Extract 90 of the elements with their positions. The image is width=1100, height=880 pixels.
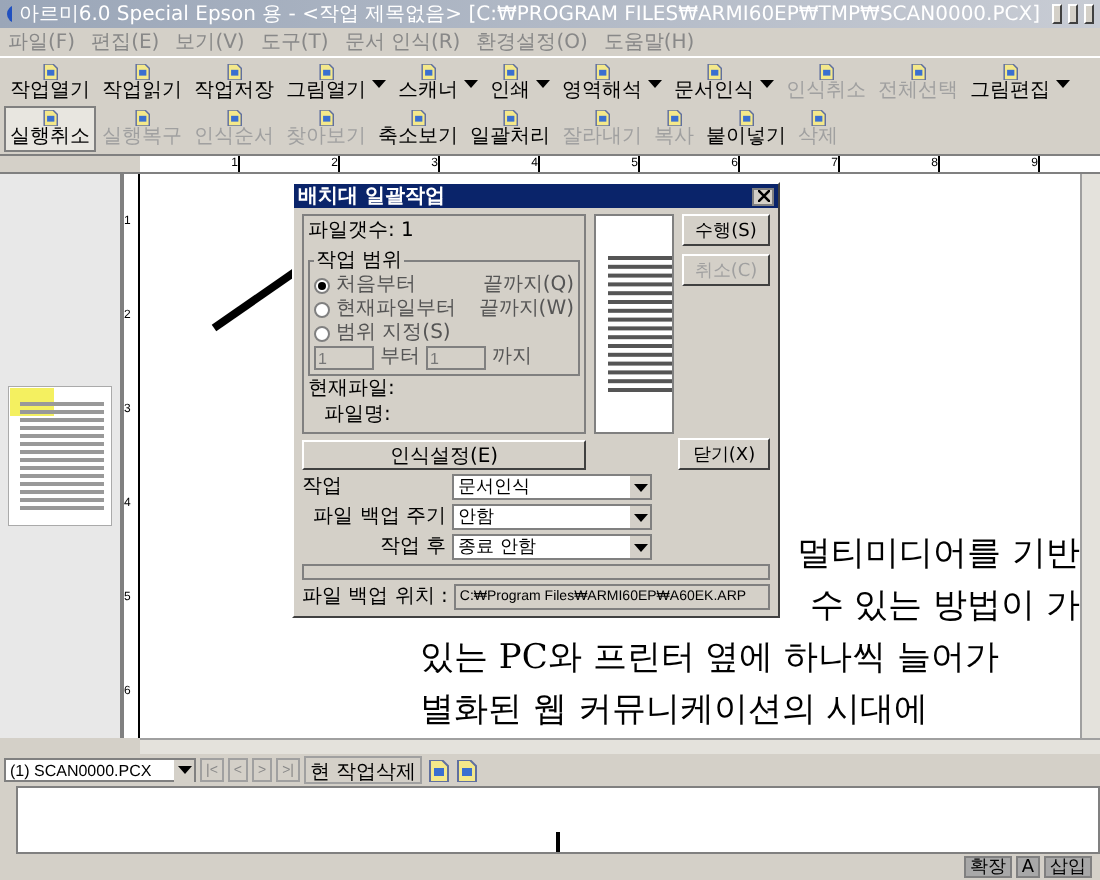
document-text: 수 있는 방법이 가 [809,584,1080,630]
toolbar-button[interactable]: 일괄처리 [464,106,556,152]
toolbar-button[interactable]: 실행취소 [4,106,96,152]
document-text: 별화된 웹 커뮤니케이션의 시대에 [418,688,929,734]
delete-job-button[interactable]: 현 작업삭제 [304,756,423,784]
maximize-button[interactable] [1068,4,1078,24]
dialog-title: 배치대 일괄작업 [298,184,445,210]
toolbar-button[interactable]: 작업저장 [188,60,280,106]
dropdown-arrow[interactable] [464,79,478,87]
toolbar-button[interactable]: 작업열기 [4,60,96,106]
document-icon [498,64,522,80]
dropdown-arrow[interactable] [633,513,647,521]
dropdown-arrow[interactable] [633,543,647,551]
radio-label: 처음부터 [336,274,416,298]
radio-button[interactable] [314,302,330,318]
select-label: 파일 백업 주기 [311,505,446,529]
current-file-label: 현재파일: [308,378,397,402]
document-icon [498,110,522,126]
select-field[interactable]: 안함 [452,504,652,530]
file-name-label: 파일명: [322,404,393,428]
close-button[interactable] [752,187,774,205]
select-field[interactable]: 종료 안함 [452,534,652,560]
document-text: 멀티미디어를 기반 [797,532,1080,578]
document-icon [806,110,830,126]
select-label: 작업 후 [377,535,446,559]
dropdown-arrow[interactable] [633,483,647,491]
document-icon [406,110,430,126]
page-thumbnail[interactable] [8,386,112,526]
document-icon [590,110,614,126]
toolbar-button[interactable]: 인쇄 [484,60,536,106]
radio-button[interactable] [314,278,330,294]
group-label: 작업 범위 [314,248,405,274]
radio-label: 범위 지정(S) [336,322,451,346]
window-title: 아르미6.0 Special Epson 용 - <작업 제목없음> [C:₩PROGRAM FILES₩ARMI60EP₩TMP₩SCAN0000.PCX] [18,2,1040,28]
dialog-button[interactable]: 수행(S) [682,214,770,246]
status-indicator: 삽입 [1044,856,1092,878]
toolbar-button[interactable]: 축소보기 [372,106,464,152]
dialog-button[interactable]: 닫기(X) [678,438,770,470]
document-icon [222,64,246,80]
toolbar-button[interactable]: 그림열기 [280,60,372,106]
document-icon [590,64,614,80]
document-icon [998,64,1022,80]
radio-label: 현재파일부터 [336,298,456,322]
document-icon [314,64,338,80]
radio-button[interactable] [314,326,330,342]
dropdown-arrow[interactable] [536,79,550,87]
minimize-button[interactable] [1052,4,1062,24]
recognition-settings-button[interactable]: 인식설정(E) [302,439,586,469]
document-icon [734,110,758,126]
document-text: 있는 PC와 프린터 옆에 하나씩 늘어가 [418,636,999,682]
text-cursor-icon [555,832,561,852]
toolbar-button[interactable]: 문서인식 [668,60,760,106]
document-icon [814,64,838,80]
document-icon [130,64,154,80]
toolbar-button[interactable]: 그림편집 [964,60,1056,106]
range-end-label: 끝까지(Q) [482,274,574,298]
file-count: 파일갯수: 1 [308,220,416,244]
toolbar-button[interactable]: 작업읽기 [96,60,188,106]
vertical-scrollbar[interactable] [1080,174,1100,738]
toolbar-button[interactable]: 스캐너 [392,60,464,106]
status-indicator: A [1015,856,1040,878]
document-icon [38,110,62,126]
select-label: 작업 [302,475,344,499]
document-icon [222,110,246,126]
dropdown-arrow[interactable] [648,79,662,87]
status-indicator: 확장 [963,856,1012,878]
app-icon [6,4,13,24]
document-icon [454,759,479,781]
to-label: 까지 [492,346,532,370]
document-icon [662,110,686,126]
toolbar-button[interactable]: 붙이넣기 [700,106,792,152]
from-label: 부터 [380,346,420,370]
toolbar-button[interactable]: 영역해석 [556,60,648,106]
select-field[interactable]: 문서인식 [452,474,652,500]
dropdown-arrow[interactable] [760,79,774,87]
file-select[interactable]: (1) SCAN0000.PCX [4,758,196,782]
document-icon [38,64,62,80]
range-end-label: 끝까지(W) [478,298,574,322]
dropdown-arrow[interactable] [1056,79,1070,87]
text-pane[interactable] [16,786,1100,854]
backup-location-label: 파일 백업 위치 : [302,585,448,609]
document-icon [426,759,451,781]
document-icon [906,64,930,80]
document-icon [416,64,440,80]
document-icon [130,110,154,126]
dropdown-arrow[interactable] [177,766,191,774]
document-icon [314,110,338,126]
dropdown-arrow[interactable] [372,79,386,87]
document-icon [702,64,726,80]
horizontal-scrollbar[interactable] [140,738,1100,754]
